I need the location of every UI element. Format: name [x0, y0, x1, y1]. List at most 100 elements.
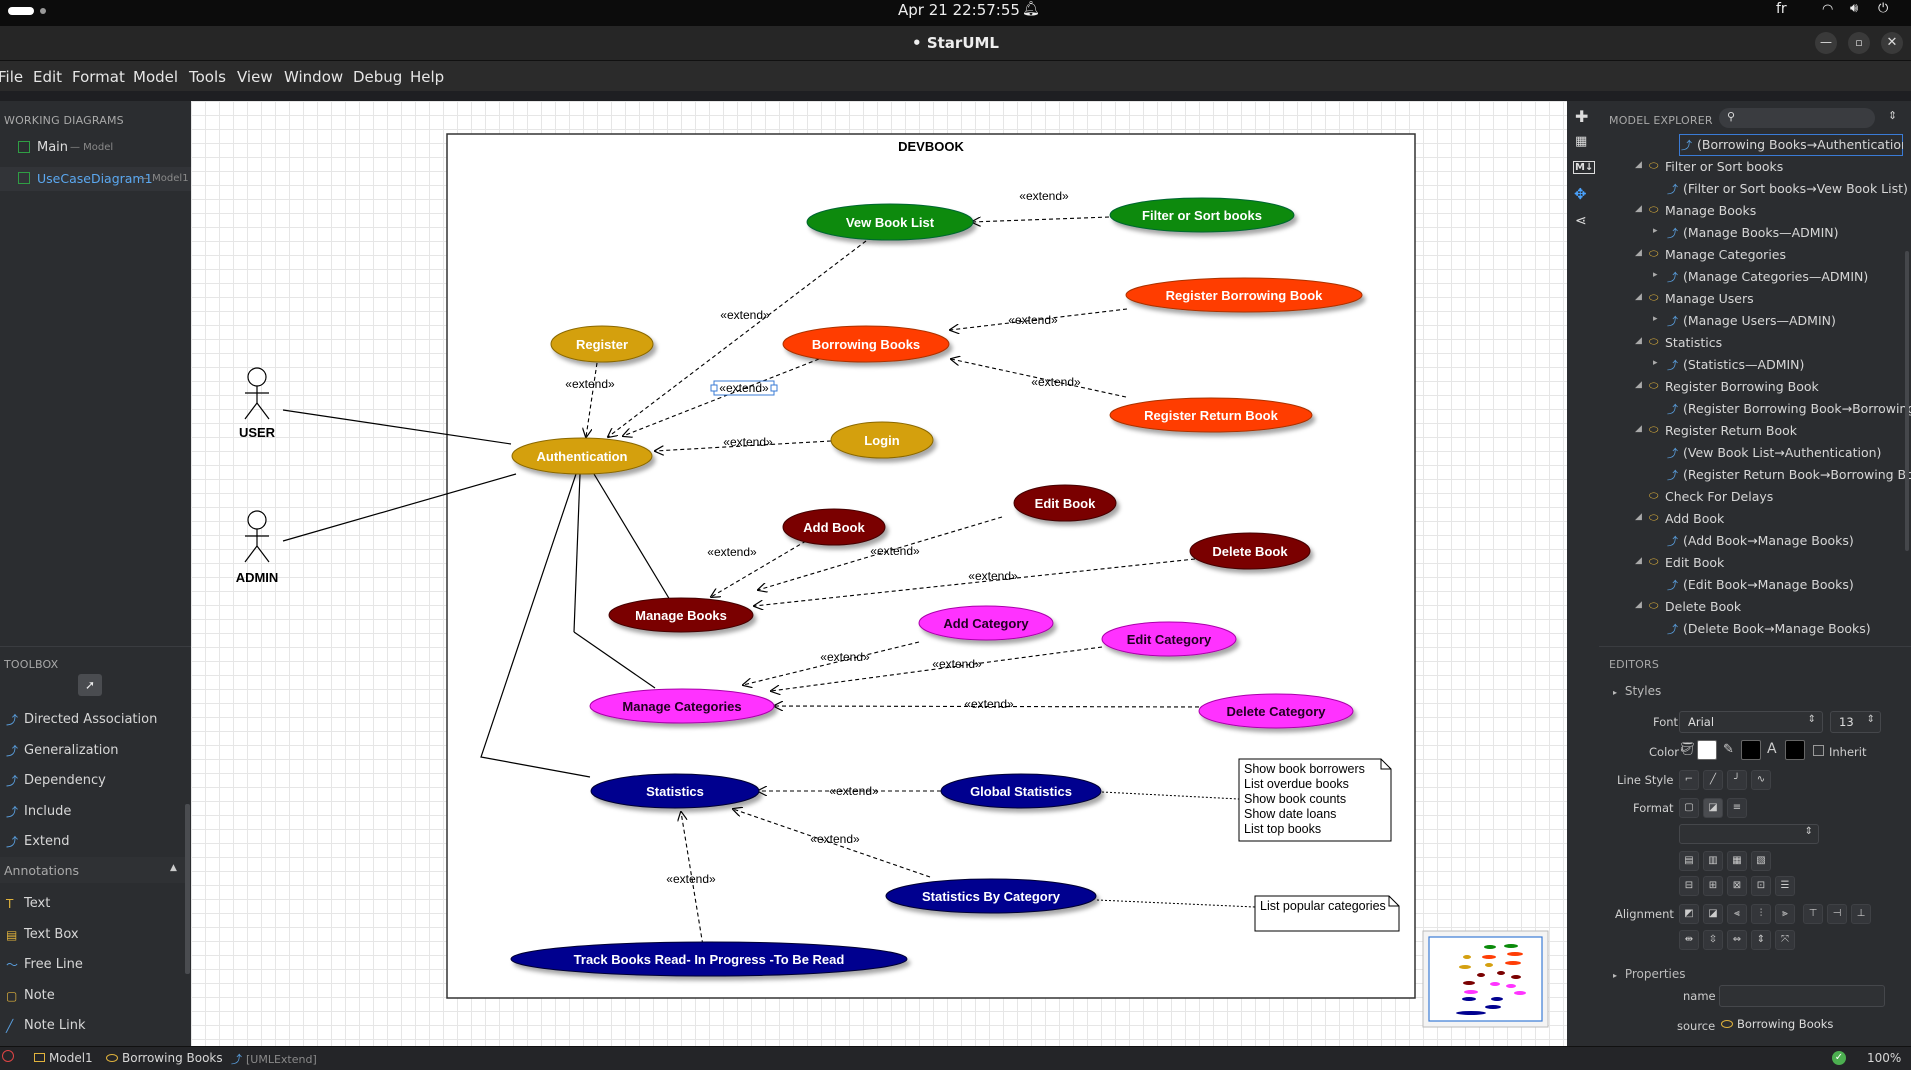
extensions-icon[interactable]: ✚: [1575, 107, 1588, 126]
usecase-authentication[interactable]: Authentication: [511, 437, 653, 475]
collapse-icon[interactable]: ◢: [1635, 512, 1645, 522]
sort-icon[interactable]: ⇕: [1888, 109, 1897, 122]
properties-section[interactable]: ▸ Properties: [1613, 967, 1686, 981]
usecase-delete-category[interactable]: Delete Category: [1198, 693, 1354, 729]
usecase-manage-categories[interactable]: Manage Categories: [589, 688, 775, 724]
usecase-manage-books[interactable]: Manage Books: [608, 597, 754, 633]
usecase-borrowing-books[interactable]: Borrowing Books: [782, 325, 950, 363]
tree-item-usecase[interactable]: ◢ ⬭ Filter or Sort books: [1599, 156, 1911, 178]
working-diagram-main[interactable]: Main — Model: [0, 137, 191, 161]
menu-file[interactable]: File: [0, 68, 23, 86]
line-color-swatch[interactable]: [1741, 740, 1761, 760]
toolbox-scrollbar[interactable]: [185, 804, 190, 974]
collapse-icon[interactable]: ◢: [1635, 424, 1645, 434]
tree-item-usecase[interactable]: ◢ ⬭ Manage Categories: [1599, 244, 1911, 266]
align-center-button[interactable]: ⫶: [1751, 904, 1771, 924]
usecase-register[interactable]: Register: [550, 325, 654, 363]
align-top-button[interactable]: ⊤: [1803, 904, 1823, 924]
note-popular-categories[interactable]: List popular categories: [1254, 895, 1400, 932]
suppress-operations-button[interactable]: ▥: [1703, 851, 1723, 871]
align-left-button[interactable]: ⫷: [1727, 904, 1747, 924]
tool-free-line[interactable]: 〜 Free Line: [0, 950, 191, 980]
navigator-icon[interactable]: ✥: [1574, 185, 1587, 203]
line-style-oblique-button[interactable]: ╱: [1703, 770, 1723, 790]
usecase-edit-category[interactable]: Edit Category: [1101, 621, 1237, 657]
tree-item-relationship[interactable]: ⤴ (Add Book→Manage Books): [1599, 530, 1911, 552]
usecase-global-statistics[interactable]: Global Statistics: [940, 773, 1102, 809]
collapse-icon[interactable]: ◢: [1635, 556, 1645, 566]
set-width-equally-button[interactable]: ⇔: [1727, 930, 1747, 950]
set-height-equally-button[interactable]: ⇕: [1751, 930, 1771, 950]
font-color-icon[interactable]: A: [1767, 741, 1777, 757]
show-multiplicity-button[interactable]: ☰: [1775, 876, 1795, 896]
line-style-curve-button[interactable]: ∿: [1751, 770, 1771, 790]
tool-text[interactable]: T Text: [0, 889, 191, 919]
layout-icon[interactable]: ▦: [1575, 134, 1587, 149]
tree-item-relationship[interactable]: ⤴ (Filter or Sort books→Vew Book List): [1599, 178, 1911, 200]
minimap[interactable]: [1422, 930, 1549, 1028]
line-color-icon[interactable]: ✎: [1723, 742, 1734, 757]
expand-icon[interactable]: ▸: [1653, 226, 1663, 236]
align-right-button[interactable]: ⫸: [1775, 904, 1795, 924]
tree-item-usecase[interactable]: ⬭ Check For Delays: [1599, 486, 1911, 508]
tree-item-relationship[interactable]: ⤴ (Register Borrowing Book→Borrowing: [1599, 398, 1911, 420]
selected-extend-label[interactable]: «extend»: [710, 380, 778, 396]
auto-resize-button[interactable]: ▢: [1679, 798, 1699, 818]
suppress-receptions-button[interactable]: ▦: [1727, 851, 1747, 871]
tree-item-relationship[interactable]: ⤴ (Edit Book→Manage Books): [1599, 574, 1911, 596]
volume-icon[interactable]: 🔊︎: [1850, 1, 1858, 16]
expand-icon[interactable]: ▸: [1653, 314, 1663, 324]
usecase-filter-sort[interactable]: Filter or Sort books: [1109, 197, 1295, 233]
usecase-statistics-by-category[interactable]: Statistics By Category: [885, 878, 1097, 914]
share-icon[interactable]: ⋖: [1575, 213, 1587, 229]
usecase-add-book[interactable]: Add Book: [782, 508, 886, 546]
close-button[interactable]: ✕: [1881, 32, 1903, 54]
expand-icon[interactable]: ▸: [1653, 358, 1663, 368]
power-icon[interactable]: ⏻: [1878, 1, 1888, 16]
pointer-tool[interactable]: ➚: [78, 674, 102, 696]
tree-item-usecase[interactable]: ◢ ⬭ Manage Books: [1599, 200, 1911, 222]
collapse-icon[interactable]: ◢: [1635, 600, 1645, 610]
tree-item-usecase[interactable]: ◢ ⬭ Edit Book: [1599, 552, 1911, 574]
suppress-literals-button[interactable]: ▧: [1751, 851, 1771, 871]
menu-model[interactable]: Model: [133, 68, 178, 86]
tool-directed-association[interactable]: ⤴ Directed Association: [0, 705, 191, 735]
maximize-button[interactable]: ▫: [1848, 32, 1870, 54]
set-size-equally-button[interactable]: ⤧: [1775, 930, 1795, 950]
tool-dependency[interactable]: ⤴ Dependency: [0, 766, 191, 796]
align-bottom-button[interactable]: ⊥: [1851, 904, 1871, 924]
minimize-button[interactable]: —: [1815, 32, 1837, 54]
annotations-section-header[interactable]: Annotations ▲: [0, 857, 185, 883]
collapse-icon[interactable]: ◢: [1635, 292, 1645, 302]
send-to-back-button[interactable]: ◪: [1703, 904, 1723, 924]
collapse-icon[interactable]: ◢: [1635, 380, 1645, 390]
tree-item-usecase[interactable]: ◢ ⬭ Statistics: [1599, 332, 1911, 354]
tool-note-link[interactable]: ╱ Note Link: [0, 1011, 191, 1041]
tree-item-usecase[interactable]: ◢ ⬭ Delete Book: [1599, 596, 1911, 618]
explorer-search-input[interactable]: ⚲: [1719, 108, 1875, 128]
show-type-button[interactable]: ⊡: [1751, 876, 1771, 896]
tree-item-relationship[interactable]: ⤴ (Vew Book List→Authentication): [1599, 442, 1911, 464]
usecase-register-return[interactable]: Register Return Book: [1109, 397, 1313, 433]
explorer-scrollbar[interactable]: [1905, 251, 1909, 551]
fill-color-swatch[interactable]: [1697, 740, 1717, 760]
name-input[interactable]: [1719, 985, 1885, 1007]
keyboard-layout[interactable]: fr: [1776, 1, 1787, 17]
line-style-rounded-button[interactable]: ╯: [1727, 770, 1747, 790]
actor-admin[interactable]: ADMIN: [236, 510, 279, 585]
line-style-rectilinear-button[interactable]: ⌐: [1679, 770, 1699, 790]
clock[interactable]: Apr 21 22:57:55: [898, 1, 1020, 19]
space-equally-horizontal-button[interactable]: ⇹: [1679, 930, 1699, 950]
tool-note[interactable]: ▢ Note: [0, 981, 191, 1011]
usecase-vew-book-list[interactable]: Vew Book List: [806, 203, 974, 241]
tool-extend[interactable]: ⤴ Extend: [0, 827, 191, 857]
tool-include[interactable]: ⤴ Include: [0, 797, 191, 827]
styles-section[interactable]: ▸ Styles: [1613, 684, 1661, 698]
diagram-canvas[interactable]: DEVBOOK USER ADMIN «extend» «extend» «ex…: [191, 101, 1567, 1046]
menu-view[interactable]: View: [237, 68, 273, 86]
font-select[interactable]: Arial ⇕: [1679, 711, 1823, 733]
status-model[interactable]: Model1: [34, 1051, 93, 1065]
bell-icon[interactable]: 🔔︎: [1022, 1, 1040, 17]
usecase-edit-book[interactable]: Edit Book: [1013, 484, 1117, 522]
menu-window[interactable]: Window: [284, 68, 343, 86]
